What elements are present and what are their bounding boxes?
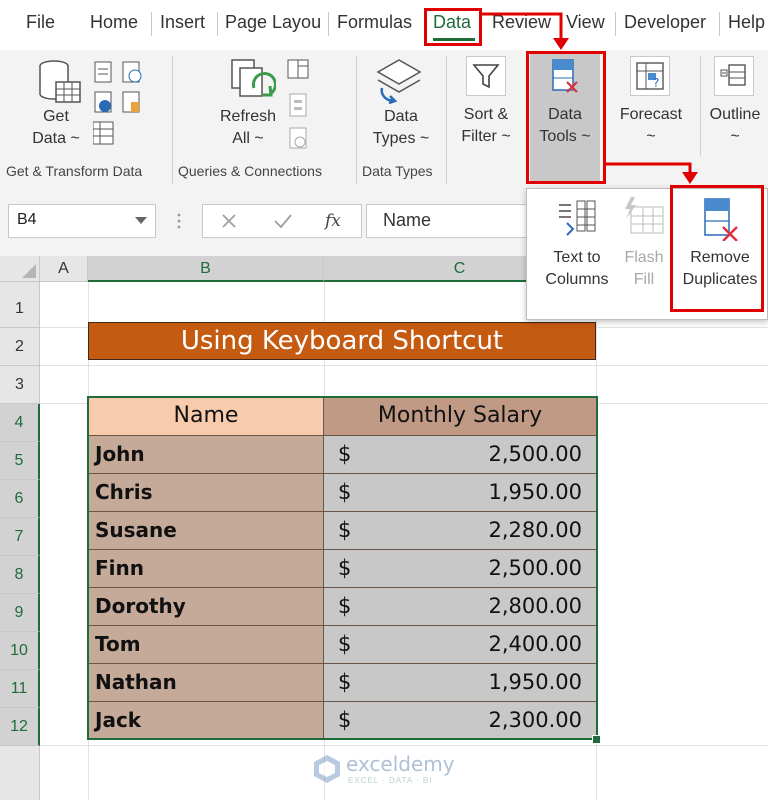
arrow-head — [553, 38, 569, 50]
annotation-arrows — [482, 12, 698, 184]
watermark-tagline: EXCEL · DATA · BI — [348, 776, 433, 785]
arrow-line — [482, 12, 563, 42]
arrow-head — [682, 172, 698, 184]
watermark-name: exceldemy — [346, 752, 455, 776]
watermark: exceldemy EXCEL · DATA · BI — [312, 752, 472, 788]
exceldemy-logo-icon — [314, 755, 340, 783]
arrow-line — [604, 162, 692, 176]
